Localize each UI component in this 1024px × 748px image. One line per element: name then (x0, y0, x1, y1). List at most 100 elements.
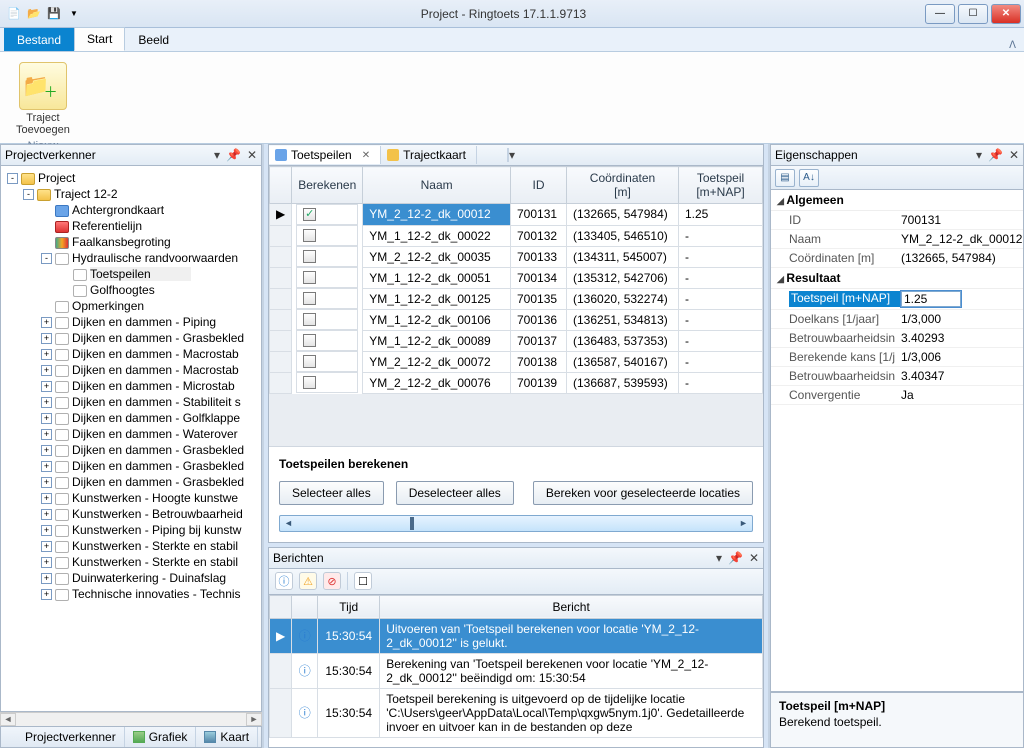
message-row[interactable]: ⓘ15:30:54Toetspeil berekening is uitgevo… (270, 688, 763, 737)
col-naam[interactable]: Naam (363, 167, 511, 204)
row-checkbox[interactable] (303, 292, 316, 305)
tab-beeld[interactable]: Beeld (125, 28, 182, 51)
select-all-button[interactable]: Selecteer alles (279, 481, 384, 505)
row-checkbox[interactable] (303, 250, 316, 263)
tree-node[interactable]: -Project (3, 170, 259, 186)
row-checkbox[interactable] (303, 355, 316, 368)
category-algemeen[interactable]: Algemeen (771, 190, 1023, 211)
filter-error-icon[interactable]: ⊘ (323, 572, 341, 590)
panel-close-icon[interactable]: ✕ (247, 148, 257, 162)
panel-dropdown-icon[interactable]: ▾ (976, 148, 982, 162)
panel-close-icon[interactable]: ✕ (749, 551, 759, 565)
table-row[interactable]: YM_1_12-2_dk_00089700137(136483, 537353)… (270, 330, 763, 351)
project-tree[interactable]: -Project-Traject 12-2AchtergrondkaartRef… (0, 166, 262, 712)
clear-messages-icon[interactable]: ☐ (354, 572, 372, 590)
qat-dropdown-icon[interactable]: ▼ (66, 6, 82, 22)
tree-node[interactable]: +Dijken en dammen - Grasbekled (3, 474, 259, 490)
tab-bestand[interactable]: Bestand (4, 28, 74, 51)
tree-node[interactable]: Golfhoogtes (3, 282, 259, 298)
col-berekenen[interactable]: Berekenen (292, 167, 363, 204)
table-row[interactable]: YM_1_12-2_dk_00125700135(136020, 532274)… (270, 288, 763, 309)
col-id[interactable]: ID (511, 167, 567, 204)
panel-dropdown-icon[interactable]: ▾ (214, 148, 220, 162)
tree-node[interactable]: +Dijken en dammen - Microstab (3, 378, 259, 394)
tree-node[interactable]: +Dijken en dammen - Grasbekled (3, 330, 259, 346)
messages-grid[interactable]: Tijd Bericht ▶ⓘ15:30:54Uitvoeren van 'To… (268, 595, 764, 748)
tree-node[interactable]: +Dijken en dammen - Grasbekled (3, 458, 259, 474)
tree-node[interactable]: +Dijken en dammen - Golfklappe (3, 410, 259, 426)
panel-dropdown-icon[interactable]: ▾ (716, 551, 722, 565)
panel-pin-icon[interactable]: 📌 (728, 551, 743, 565)
message-row[interactable]: ⓘ15:30:54Berekening van 'Toetspeil berek… (270, 653, 763, 688)
panel-pin-icon[interactable]: 📌 (226, 148, 241, 162)
tree-node[interactable]: +Kunstwerken - Sterkte en stabil (3, 554, 259, 570)
tree-node[interactable]: -Traject 12-2 (3, 186, 259, 202)
message-row[interactable]: ▶ⓘ15:30:54Uitvoeren van 'Toetspeil berek… (270, 618, 763, 653)
tree-node[interactable]: +Dijken en dammen - Piping (3, 314, 259, 330)
table-row[interactable]: ▶YM_2_12-2_dk_00012700131(132665, 547984… (270, 204, 763, 226)
col-toetspeil[interactable]: Toetspeil[m+NAP] (679, 167, 763, 204)
left-tab-projectverkenner[interactable]: Projectverkenner (1, 727, 125, 747)
toetspeilen-grid[interactable]: Berekenen Naam ID Coördinaten[m] Toetspe… (269, 166, 763, 394)
tree-node[interactable]: +Dijken en dammen - Waterover (3, 426, 259, 442)
table-row[interactable]: YM_2_12-2_dk_00035700133(134311, 545007)… (270, 246, 763, 267)
row-checkbox[interactable] (303, 208, 316, 221)
row-checkbox[interactable] (303, 313, 316, 326)
prop-toetspeil[interactable]: Toetspeil [m+NAP] (771, 289, 1023, 310)
table-row[interactable]: YM_1_12-2_dk_00051700134(135312, 542706)… (270, 267, 763, 288)
calculate-button[interactable]: Bereken voor geselecteerde locaties (533, 481, 753, 505)
tree-node[interactable]: Referentielijn (3, 218, 259, 234)
tree-node[interactable]: +Duinwaterkering - Duinafslag (3, 570, 259, 586)
doc-tab-toetspeilen[interactable]: Toetspeilen ✕ (269, 146, 381, 164)
open-icon[interactable]: 📂 (26, 6, 42, 22)
table-row[interactable]: YM_2_12-2_dk_00076700139(136687, 539593)… (270, 372, 763, 393)
tree-node[interactable]: Achtergrondkaart (3, 202, 259, 218)
ribbon-minimize-icon[interactable]: ᐱ (1009, 40, 1016, 51)
left-tab-grafiek[interactable]: Grafiek (125, 727, 197, 747)
panel-close-icon[interactable]: ✕ (1009, 148, 1019, 162)
close-tab-icon[interactable]: ✕ (362, 150, 370, 161)
tree-node[interactable]: +Dijken en dammen - Stabiliteit s (3, 394, 259, 410)
row-checkbox[interactable] (303, 229, 316, 242)
table-row[interactable]: YM_1_12-2_dk_00022700132(133405, 546510)… (270, 225, 763, 246)
tab-start[interactable]: Start (74, 27, 125, 51)
col-tijd[interactable]: Tijd (318, 595, 380, 618)
categorized-view-icon[interactable]: ▤ (775, 169, 795, 187)
tree-node[interactable]: +Dijken en dammen - Macrostab (3, 346, 259, 362)
left-tab-kaart[interactable]: Kaart (196, 727, 258, 747)
row-checkbox[interactable] (303, 376, 316, 389)
close-button[interactable]: ✕ (991, 4, 1021, 24)
category-resultaat[interactable]: Resultaat (771, 268, 1023, 289)
table-row[interactable]: YM_2_12-2_dk_00072700138(136587, 540167)… (270, 351, 763, 372)
col-coord[interactable]: Coördinaten[m] (567, 167, 679, 204)
save-icon[interactable]: 💾 (46, 6, 62, 22)
tree-node[interactable]: +Kunstwerken - Hoogte kunstwe (3, 490, 259, 506)
row-checkbox[interactable] (303, 334, 316, 347)
filter-warning-icon[interactable]: ⚠ (299, 572, 317, 590)
deselect-all-button[interactable]: Deselecteer alles (396, 481, 514, 505)
maximize-button[interactable]: ☐ (958, 4, 988, 24)
tree-node[interactable]: Faalkansbegroting (3, 234, 259, 250)
doc-tab-trajectkaart[interactable]: Trajectkaart (381, 146, 477, 164)
tree-node[interactable]: +Kunstwerken - Betrouwbaarheid (3, 506, 259, 522)
properties-list[interactable]: Algemeen ID700131 NaamYM_2_12-2_dk_00012… (770, 190, 1024, 692)
tree-horizontal-scrollbar[interactable]: ◄► (0, 712, 262, 726)
add-traject-button[interactable]: 📁＋ (19, 62, 67, 110)
panel-pin-icon[interactable]: 📌 (988, 148, 1003, 162)
tree-node[interactable]: +Technische innovaties - Technis (3, 586, 259, 602)
toetspeil-input[interactable] (901, 291, 961, 307)
filter-info-icon[interactable]: ⓘ (275, 572, 293, 590)
tree-node[interactable]: +Dijken en dammen - Macrostab (3, 362, 259, 378)
row-checkbox[interactable] (303, 271, 316, 284)
tree-node[interactable]: Opmerkingen (3, 298, 259, 314)
new-icon[interactable]: 📄 (6, 6, 22, 22)
col-bericht[interactable]: Bericht (380, 595, 763, 618)
tree-node[interactable]: Toetspeilen (3, 266, 259, 282)
tree-node[interactable]: +Kunstwerken - Sterkte en stabil (3, 538, 259, 554)
minimize-button[interactable]: — (925, 4, 955, 24)
tree-node[interactable]: +Kunstwerken - Piping bij kunstw (3, 522, 259, 538)
grid-horizontal-scrollbar[interactable]: ◄► (279, 515, 753, 532)
doc-dropdown-icon[interactable]: ▾ (509, 148, 757, 162)
tree-node[interactable]: -Hydraulische randvoorwaarden (3, 250, 259, 266)
tree-node[interactable]: +Dijken en dammen - Grasbekled (3, 442, 259, 458)
